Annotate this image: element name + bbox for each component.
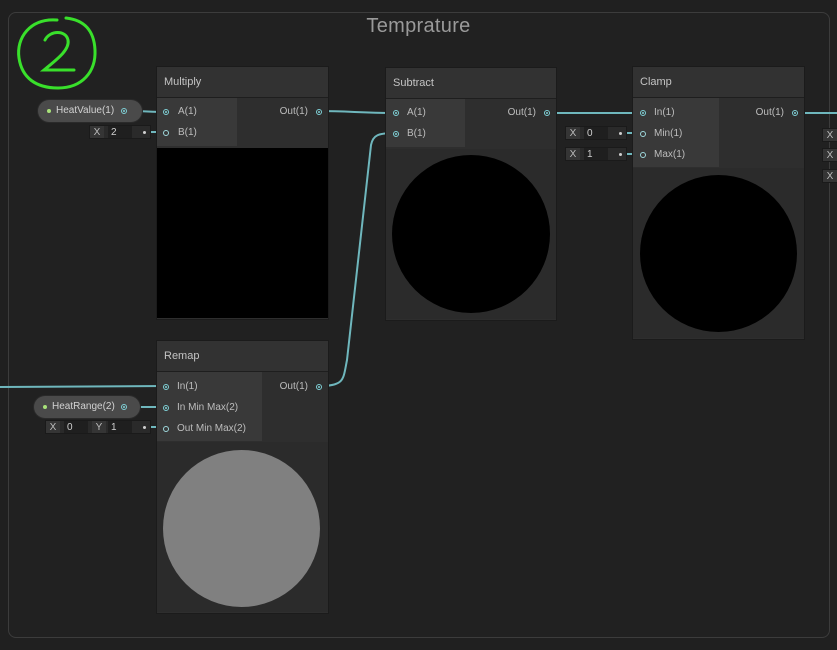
node-preview: [386, 149, 556, 319]
offscreen-default-1[interactable]: X: [822, 128, 837, 142]
output-port-out[interactable]: Out(1): [490, 105, 550, 121]
annotation-mark: [17, 16, 97, 90]
port-label: A(1): [407, 107, 426, 118]
connector-dot: [143, 131, 146, 134]
wire-multiply-out-to-subtract-a: [317, 110, 397, 114]
offscreen-default-3[interactable]: X: [822, 169, 837, 183]
node-title[interactable]: Clamp: [633, 67, 804, 98]
port-label: B(1): [407, 128, 426, 139]
output-port-out[interactable]: Out(1): [262, 104, 322, 120]
port-icon: [163, 109, 169, 115]
preview-sphere: [392, 155, 550, 313]
y-axis-label: Y: [92, 421, 106, 433]
heat-range-property[interactable]: HeatRange(2): [34, 396, 140, 418]
input-ports: In(1) In Min Max(2) Out Min Max(2): [157, 372, 262, 441]
node-preview: [157, 442, 328, 612]
property-indicator-icon: [43, 405, 47, 409]
port-label: Out Min Max(2): [177, 423, 246, 434]
input-ports: A(1) B(1): [157, 98, 237, 146]
node-title[interactable]: Multiply: [157, 67, 328, 98]
axis-label: X: [823, 170, 837, 182]
value-field[interactable]: 0: [584, 127, 608, 139]
remap-outminmax-default[interactable]: X 0 Y 1: [45, 420, 151, 434]
port-icon: [640, 110, 646, 116]
property-indicator-icon: [47, 109, 51, 113]
port-icon: [393, 131, 399, 137]
clamp-max-default[interactable]: X 1: [565, 147, 627, 161]
port-label: Out(1): [279, 106, 308, 117]
preview-sphere: [163, 450, 320, 607]
wire-remap-out-to-subtract-b: [317, 132, 397, 387]
y-value-field[interactable]: 1: [108, 421, 132, 433]
port-label: Out(1): [755, 107, 784, 118]
input-ports: In(1) Min(1) Max(1): [633, 98, 719, 167]
output-ports: Out(1): [262, 372, 328, 441]
multiply-b-default[interactable]: X 2: [89, 125, 151, 139]
preview-fill: [157, 148, 328, 318]
clamp-node[interactable]: Clamp In(1) Min(1) Max(1) Out(1): [633, 67, 804, 339]
port-label: Out(1): [507, 107, 536, 118]
heat-range-label: HeatRange(2): [52, 401, 115, 412]
connector-dot: [619, 132, 622, 135]
output-ports: Out(1): [465, 99, 556, 147]
port-label: Max(1): [654, 149, 686, 160]
output-ports: Out(1): [237, 98, 328, 146]
node-title[interactable]: Remap: [157, 341, 328, 372]
port-icon: [163, 426, 169, 432]
node-preview: [633, 168, 804, 338]
port-icon: [163, 405, 169, 411]
multiply-node[interactable]: Multiply A(1) B(1) Out(1): [157, 67, 328, 319]
axis-label: X: [823, 129, 837, 141]
subtract-node[interactable]: Subtract A(1) B(1) Out(1): [386, 68, 556, 320]
output-ports: Out(1): [719, 98, 804, 167]
port-icon: [163, 130, 169, 136]
value-field[interactable]: 1: [584, 148, 608, 160]
clamp-min-default[interactable]: X 0: [565, 126, 627, 140]
port-icon: [316, 109, 322, 115]
port-label: Min(1): [654, 128, 683, 139]
heat-value-property[interactable]: HeatValue(1): [38, 100, 142, 122]
port-icon: [792, 110, 798, 116]
axis-label: X: [823, 149, 837, 161]
port-label: B(1): [178, 127, 197, 138]
axis-label: X: [566, 127, 580, 139]
port-label: In(1): [177, 381, 198, 392]
port-icon: [640, 152, 646, 158]
connector-dot: [143, 426, 146, 429]
axis-label: X: [90, 126, 104, 138]
node-preview: [157, 148, 328, 318]
port-label: A(1): [178, 106, 197, 117]
port-icon: [316, 384, 322, 390]
port-label: In(1): [654, 107, 675, 118]
port-icon: [544, 110, 550, 116]
axis-label: X: [566, 148, 580, 160]
heat-range-output-port[interactable]: [121, 404, 127, 410]
value-field[interactable]: 2: [108, 126, 132, 138]
offscreen-default-2[interactable]: X: [822, 148, 837, 162]
x-value-field[interactable]: 0: [64, 421, 88, 433]
heat-value-label: HeatValue(1): [56, 105, 115, 116]
output-port-out[interactable]: Out(1): [266, 379, 322, 395]
connector-dot: [619, 153, 622, 156]
port-icon: [640, 131, 646, 137]
heat-value-output-port[interactable]: [121, 108, 127, 114]
input-ports: A(1) B(1): [386, 99, 465, 147]
port-label: In Min Max(2): [177, 402, 239, 413]
port-icon: [393, 110, 399, 116]
port-icon: [163, 384, 169, 390]
remap-node[interactable]: Remap In(1) In Min Max(2) Out Min Max(2)…: [157, 341, 328, 613]
node-title[interactable]: Subtract: [386, 68, 556, 99]
output-port-out[interactable]: Out(1): [738, 105, 798, 121]
port-label: Out(1): [279, 381, 308, 392]
preview-sphere: [640, 175, 797, 332]
x-axis-label: X: [46, 421, 60, 433]
wire-left-offscreen-to-remap-in: [0, 385, 167, 388]
